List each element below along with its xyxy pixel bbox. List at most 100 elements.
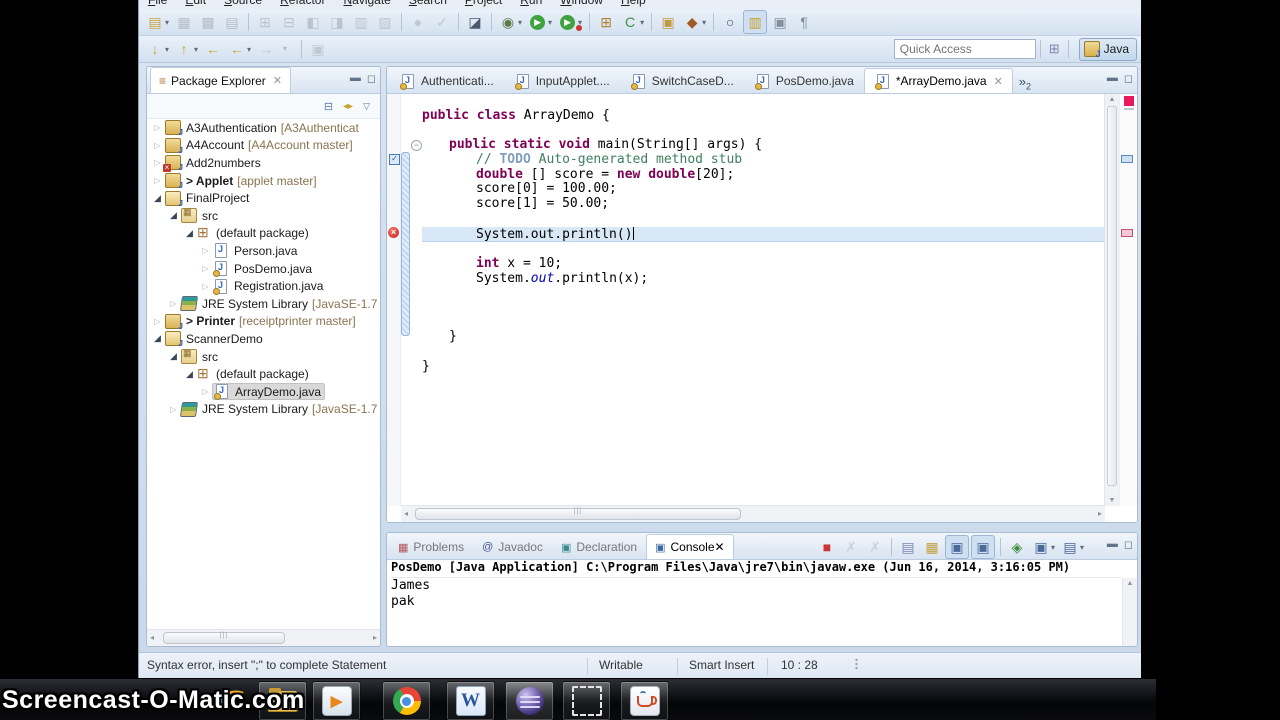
- tree-item[interactable]: ▷ JRE System Library [JavaSE-1.7: [147, 401, 380, 419]
- dropdown-arrow-icon[interactable]: ▾: [165, 45, 169, 54]
- dropdown-arrow-icon[interactable]: ▾: [276, 39, 294, 59]
- dropdown-arrow-icon[interactable]: ▾: [548, 18, 552, 27]
- console-tab-declaration[interactable]: ▣ Declaration: [552, 534, 646, 559]
- expanded-arrow-icon[interactable]: ◢: [183, 228, 196, 239]
- code-line[interactable]: score[1] = 50.00;: [422, 196, 1105, 212]
- tree-item[interactable]: ▷> Applet[applet master]: [147, 172, 380, 190]
- code-line[interactable]: public static void main(String[] args) {: [422, 138, 1105, 153]
- java-perspective-button[interactable]: Java: [1078, 37, 1137, 61]
- editor-hscrollbar[interactable]: ◂ ▸: [401, 505, 1105, 522]
- menu-window[interactable]: Window: [551, 0, 612, 7]
- scroll-up-icon[interactable]: ▲: [1105, 96, 1119, 103]
- new-annotation-wizard-button[interactable]: ▨: [374, 11, 396, 33]
- tree-item[interactable]: ▷ ArrayDemo.java: [147, 383, 380, 401]
- task-marker-icon[interactable]: ✓: [389, 154, 400, 165]
- menu-file[interactable]: File: [139, 0, 176, 7]
- code-editor[interactable]: ✓ × − public class ArrayDemo { public st…: [387, 94, 1137, 522]
- tree-item[interactable]: ▷A4Account[A4Account master]: [147, 137, 380, 155]
- menu-project[interactable]: Project: [456, 0, 511, 7]
- console-tab-javadoc[interactable]: @ Javadoc: [473, 534, 552, 559]
- minimize-icon[interactable]: ▬: [1107, 72, 1118, 85]
- expanded-arrow-icon[interactable]: ◢: [167, 210, 180, 221]
- quick-access-input[interactable]: [893, 39, 1036, 59]
- editor-tab[interactable]: PosDemo.java: [744, 68, 864, 93]
- tree-item[interactable]: ▷ PosDemo.java: [147, 260, 380, 278]
- maximize-icon[interactable]: ◻: [1124, 72, 1133, 85]
- open-task-button[interactable]: ▣: [657, 11, 679, 33]
- minimize-icon[interactable]: ▬: [1107, 538, 1118, 551]
- tree-item-content[interactable]: PosDemo.java: [212, 261, 315, 278]
- scroll-left-icon[interactable]: ◂: [150, 633, 154, 642]
- tree-item-content[interactable]: > Applet[applet master]: [164, 173, 320, 190]
- new-class-wizard-button[interactable]: ◧: [302, 11, 324, 33]
- collapsed-arrow-icon[interactable]: ▷: [151, 141, 164, 150]
- expanded-arrow-icon[interactable]: ◢: [151, 333, 164, 344]
- menu-refactor[interactable]: Refactor: [271, 0, 334, 7]
- expanded-arrow-icon[interactable]: ◢: [183, 369, 196, 380]
- tree-item[interactable]: ◢ src: [147, 348, 380, 366]
- open-console-button[interactable]: ▤ ▾: [1059, 536, 1086, 558]
- link-with-editor-icon[interactable]: ◂▸: [343, 101, 353, 112]
- tree-item[interactable]: ◢ src: [147, 207, 380, 225]
- collapsed-arrow-icon[interactable]: ▷: [199, 264, 212, 273]
- editor-tab[interactable]: *ArrayDemo.java ✕: [863, 68, 1013, 93]
- tree-item-content[interactable]: ArrayDemo.java: [212, 383, 326, 401]
- menu-help[interactable]: Help: [612, 0, 655, 7]
- code-line[interactable]: int x = 10;: [422, 256, 1105, 272]
- code-line[interactable]: double [] score = new double[20];: [422, 167, 1105, 183]
- collapsed-arrow-icon[interactable]: ▷: [151, 123, 164, 132]
- maximize-icon[interactable]: ◻: [1124, 538, 1133, 551]
- code-line[interactable]: [422, 316, 1105, 331]
- tree-item[interactable]: ◢ (default package): [147, 365, 380, 383]
- display-console-button[interactable]: ▣ ▾: [1030, 536, 1057, 558]
- tree-item[interactable]: ▷ Registration.java: [147, 277, 380, 295]
- package-explorer-tab[interactable]: ≡ Package Explorer ✕: [150, 67, 291, 93]
- word-button[interactable]: W: [446, 681, 495, 720]
- tree-item[interactable]: ▷Add2numbers: [147, 154, 380, 173]
- menu-edit[interactable]: Edit: [176, 0, 215, 7]
- dropdown-arrow-icon[interactable]: ▾: [165, 18, 169, 27]
- java-app-button[interactable]: [620, 681, 669, 720]
- chrome-button[interactable]: [382, 681, 431, 720]
- dropdown-arrow-icon[interactable]: ▾: [247, 45, 251, 54]
- previous-annotation-button[interactable]: ↑ ▾: [173, 38, 200, 60]
- error-marker-icon[interactable]: ×: [388, 227, 399, 238]
- last-edit-location-button[interactable]: ↓ ▾: [144, 38, 171, 60]
- collapsed-arrow-icon[interactable]: ▷: [151, 176, 164, 185]
- dropdown-arrow-icon[interactable]: ▾: [194, 45, 198, 54]
- scrollbar-thumb[interactable]: [1107, 106, 1117, 486]
- remove-all-launches-button[interactable]: ✗: [864, 536, 886, 558]
- tree-item[interactable]: ▷ Person.java: [147, 242, 380, 260]
- editor-tab[interactable]: SwitchCaseD...: [620, 68, 744, 93]
- dropdown-arrow-icon[interactable]: ▾: [702, 18, 706, 27]
- scrollbar-thumb[interactable]: [415, 508, 741, 520]
- tree-item-content[interactable]: Registration.java: [212, 278, 326, 295]
- external-tools-button[interactable]: ◆ ▾: [681, 11, 708, 33]
- console-tab-console[interactable]: ▣ Console ✕: [646, 534, 734, 559]
- menu-search[interactable]: Search: [400, 0, 456, 7]
- package-explorer-hscrollbar[interactable]: ◂ ▸: [147, 629, 380, 646]
- new-java-project-button[interactable]: ⊞: [595, 11, 617, 33]
- tree-item-content[interactable]: A4Account[A4Account master]: [164, 137, 356, 155]
- open-perspective-icon[interactable]: ⊞: [1049, 41, 1060, 57]
- collapsed-arrow-icon[interactable]: ▷: [199, 246, 212, 255]
- tree-item-content[interactable]: A3Authentication[A3Authenticat: [164, 120, 362, 137]
- collapse-all-icon[interactable]: ⊟: [324, 100, 333, 113]
- console-output[interactable]: James pak: [391, 578, 1121, 646]
- terminate-button[interactable]: ■: [816, 536, 838, 558]
- code-line[interactable]: [422, 212, 1105, 227]
- dropdown-arrow-icon[interactable]: ▾: [518, 18, 522, 27]
- code-line[interactable]: System.out.println(x);: [422, 271, 1105, 287]
- code-line-error[interactable]: System.out.println(): [422, 226, 1137, 243]
- save-all-button[interactable]: ▩: [197, 11, 219, 33]
- tree-item[interactable]: ◢ (default package): [147, 224, 380, 243]
- minimize-icon[interactable]: ▬: [350, 72, 361, 85]
- collapsed-arrow-icon[interactable]: ▷: [199, 282, 212, 291]
- media-player-button[interactable]: ▶: [312, 681, 361, 720]
- editor-tab[interactable]: InputApplet....: [504, 68, 620, 93]
- code-line[interactable]: }: [422, 359, 1105, 375]
- code-line[interactable]: [422, 345, 1105, 360]
- new-package-wizard-button[interactable]: ⊟: [278, 11, 300, 33]
- tree-item-content[interactable]: (default package): [196, 365, 312, 382]
- scroll-right-icon[interactable]: ▸: [373, 633, 377, 642]
